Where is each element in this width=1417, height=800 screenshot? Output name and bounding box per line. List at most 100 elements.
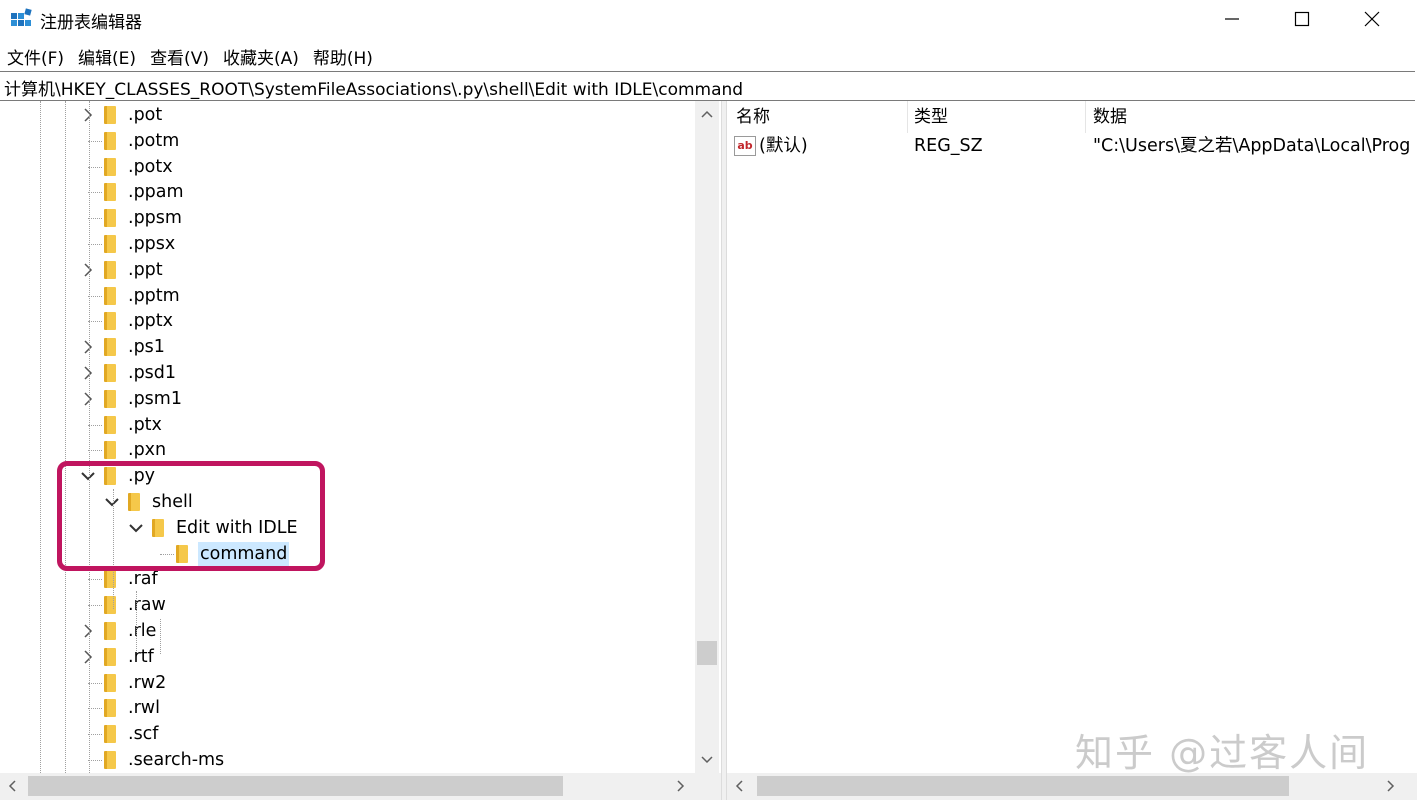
menu-edit[interactable]: 编辑(E) bbox=[71, 40, 143, 70]
value-type: REG_SZ bbox=[914, 136, 983, 156]
tree-item-label[interactable]: .ptx bbox=[126, 413, 164, 437]
tree-connector bbox=[88, 682, 102, 684]
scroll-down-button[interactable] bbox=[695, 749, 719, 771]
tree-item-label[interactable]: .potx bbox=[126, 155, 175, 179]
column-separator[interactable] bbox=[1085, 101, 1086, 133]
address-bar[interactable]: 计算机\HKEY_CLASSES_ROOT\SystemFileAssociat… bbox=[0, 71, 1415, 101]
chevron-right-icon[interactable] bbox=[80, 107, 96, 123]
tree-item-label[interactable]: .search-ms bbox=[126, 748, 226, 772]
tree-item-label[interactable]: .pot bbox=[126, 103, 164, 127]
tree-item[interactable]: .ppam bbox=[0, 180, 690, 205]
tree-connector bbox=[88, 244, 102, 245]
folder-icon bbox=[104, 106, 116, 124]
tree-item-label[interactable]: .psd1 bbox=[126, 361, 178, 385]
window-title: 注册表编辑器 bbox=[40, 13, 142, 33]
tree-horizontal-scrollbar[interactable] bbox=[0, 773, 721, 800]
tree-item[interactable]: .raw bbox=[0, 593, 690, 618]
tree-item[interactable]: .rwl bbox=[0, 696, 690, 721]
folder-icon bbox=[104, 157, 116, 176]
chevron-right-icon[interactable] bbox=[80, 365, 96, 381]
tree-item-label[interactable]: .rw2 bbox=[126, 671, 168, 695]
tree-item[interactable]: .psm1 bbox=[0, 387, 690, 412]
folder-icon bbox=[104, 570, 116, 589]
minimize-button[interactable] bbox=[1197, 0, 1267, 38]
tree-item[interactable]: .ps1 bbox=[0, 335, 690, 360]
close-icon bbox=[1364, 11, 1380, 27]
list-horizontal-scroll-thumb[interactable] bbox=[757, 776, 1289, 796]
tree-vertical-scrollbar[interactable] bbox=[695, 101, 719, 773]
tree-item-label[interactable]: .pptm bbox=[126, 284, 182, 308]
folder-icon bbox=[104, 647, 116, 666]
tree-item-label[interactable]: .scf bbox=[126, 722, 160, 746]
tree-item[interactable]: .ppt bbox=[0, 258, 690, 283]
chevron-right-icon[interactable] bbox=[80, 339, 96, 355]
menu-view[interactable]: 查看(V) bbox=[143, 40, 216, 70]
column-header-data[interactable]: 数据 bbox=[1093, 101, 1127, 133]
tree-item[interactable]: .ppsx bbox=[0, 232, 690, 257]
tree-item-label[interactable]: .raw bbox=[126, 593, 168, 617]
menu-bar: 文件(F) 编辑(E) 查看(V) 收藏夹(A) 帮助(H) bbox=[0, 40, 380, 70]
chevron-right-icon[interactable] bbox=[80, 262, 96, 278]
tree-item-label[interactable]: .pptx bbox=[126, 309, 175, 333]
tree-connector bbox=[88, 295, 102, 297]
tree-item-label[interactable]: .potm bbox=[126, 129, 181, 153]
tree-item-label[interactable]: .rtf bbox=[126, 645, 156, 669]
folder-icon bbox=[104, 260, 116, 279]
tree-item[interactable]: .rle bbox=[0, 619, 690, 644]
folder-icon bbox=[104, 338, 116, 357]
tree-item-label[interactable]: .rle bbox=[126, 619, 158, 643]
folder-icon bbox=[104, 415, 116, 434]
tree-item-label[interactable]: .ppam bbox=[126, 180, 186, 204]
close-button[interactable] bbox=[1337, 0, 1407, 38]
tree-item-label[interactable]: .ps1 bbox=[126, 335, 167, 359]
tree-item-label[interactable]: .ppsm bbox=[126, 206, 184, 230]
menu-help[interactable]: 帮助(H) bbox=[306, 40, 380, 70]
menu-favorites[interactable]: 收藏夹(A) bbox=[216, 40, 306, 70]
column-header-name[interactable]: 名称 bbox=[736, 101, 770, 133]
tree-horizontal-scroll-thumb[interactable] bbox=[28, 776, 563, 796]
tree-connector bbox=[88, 140, 102, 142]
tree-item[interactable]: .search-ms bbox=[0, 748, 690, 773]
tree-item[interactable]: .pxn bbox=[0, 438, 690, 463]
folder-icon bbox=[104, 673, 116, 692]
tree-item[interactable]: .raf bbox=[0, 567, 690, 592]
column-header-type[interactable]: 类型 bbox=[914, 101, 948, 133]
chevron-down-icon bbox=[701, 756, 713, 764]
tree-connector bbox=[88, 450, 102, 452]
maximize-button[interactable] bbox=[1267, 0, 1337, 38]
tree-connector bbox=[88, 605, 102, 607]
tree-item[interactable]: .pot bbox=[0, 103, 690, 128]
tree-vertical-scroll-thumb[interactable] bbox=[697, 641, 717, 665]
folder-icon bbox=[104, 183, 116, 202]
scroll-up-button[interactable] bbox=[695, 103, 719, 125]
menu-file[interactable]: 文件(F) bbox=[0, 40, 71, 70]
tree-item-label[interactable]: .ppt bbox=[126, 258, 165, 282]
tree-item[interactable]: .psd1 bbox=[0, 361, 690, 386]
chevron-right-icon[interactable] bbox=[80, 649, 96, 665]
tree-item[interactable]: .pptx bbox=[0, 309, 690, 334]
tree-item-label[interactable]: .ppsx bbox=[126, 232, 177, 256]
tree-item[interactable]: .potm bbox=[0, 129, 690, 154]
watermark: 知乎 @过客人间 bbox=[1075, 731, 1370, 775]
chevron-right-icon[interactable] bbox=[1387, 780, 1395, 792]
tree-item[interactable]: .ptx bbox=[0, 413, 690, 438]
tree-item-label[interactable]: .pxn bbox=[126, 438, 168, 462]
registry-editor-icon bbox=[11, 8, 32, 26]
chevron-right-icon[interactable] bbox=[677, 780, 685, 792]
tree-item[interactable]: .rtf bbox=[0, 645, 690, 670]
tree-item[interactable]: .scf bbox=[0, 722, 690, 747]
key-tree-pane[interactable]: .pot .potm .potx .ppam .ppsm .ppsx .ppt .pptm .p… bbox=[0, 101, 721, 800]
chevron-right-icon[interactable] bbox=[80, 391, 96, 407]
column-separator[interactable] bbox=[907, 101, 908, 133]
values-list-pane[interactable]: 名称 类型 数据 ab (默认) REG_SZ "C:\Users\夏之若\Ap… bbox=[727, 101, 1417, 800]
tree-item[interactable]: .ppsm bbox=[0, 206, 690, 231]
list-horizontal-scrollbar[interactable] bbox=[727, 773, 1417, 800]
chevron-right-icon[interactable] bbox=[80, 623, 96, 639]
tree-item-label[interactable]: .rwl bbox=[126, 696, 162, 720]
tree-item-label[interactable]: .psm1 bbox=[126, 387, 184, 411]
tree-item[interactable]: .rw2 bbox=[0, 671, 690, 696]
chevron-left-icon[interactable] bbox=[8, 780, 16, 792]
chevron-left-icon[interactable] bbox=[735, 780, 743, 792]
tree-item[interactable]: .potx bbox=[0, 155, 690, 180]
tree-item[interactable]: .pptm bbox=[0, 284, 690, 309]
